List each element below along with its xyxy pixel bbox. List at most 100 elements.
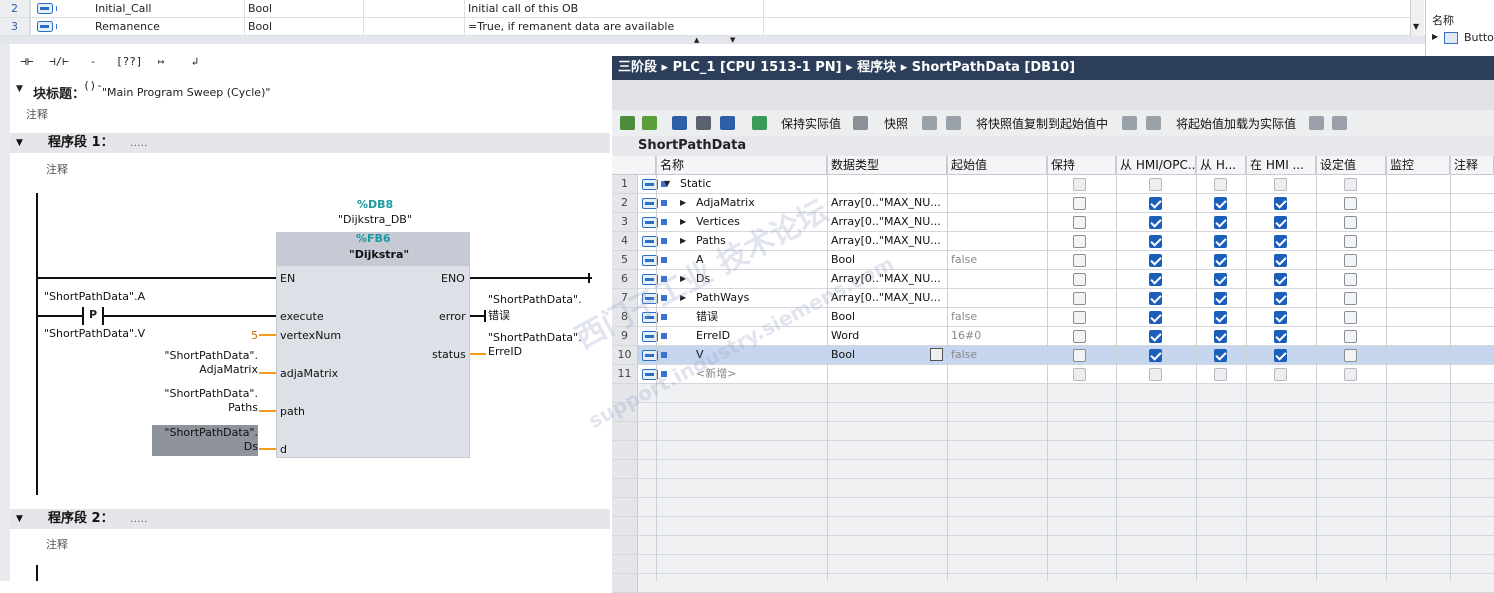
expand-icon[interactable]: ▶ — [680, 232, 686, 250]
col-retain[interactable]: 保持 — [1047, 156, 1116, 175]
col-hmi-write[interactable]: 从 H... — [1196, 156, 1246, 175]
checkbox-hmi1[interactable] — [1149, 349, 1162, 362]
col-monitor[interactable]: 监控 — [1386, 156, 1450, 175]
checkbox-setp[interactable] — [1344, 330, 1357, 343]
member-start-value[interactable]: false — [951, 346, 1041, 364]
col-datatype[interactable]: 数据类型 — [827, 156, 947, 175]
col-setpoint[interactable]: 设定值 — [1316, 156, 1386, 175]
checkbox-hmi2[interactable] — [1214, 349, 1227, 362]
no-contact-icon[interactable]: ⊣⊢ — [14, 50, 40, 74]
chevron-up-icon[interactable]: ▲ — [694, 36, 699, 44]
member-type[interactable] — [831, 365, 941, 383]
splitter[interactable]: ▲ ▼ — [0, 36, 1425, 44]
member-type[interactable]: Word — [831, 327, 941, 345]
collapse-icon[interactable]: ▼ — [16, 509, 23, 529]
load-icon-2[interactable] — [1146, 116, 1161, 130]
checkbox-hmi1[interactable] — [1149, 311, 1162, 324]
network-2-header[interactable]: ▼ 程序段 2： ..... — [10, 509, 610, 529]
checkbox-retain[interactable] — [1073, 349, 1086, 362]
upload-icon[interactable] — [1332, 116, 1347, 130]
member-start-value[interactable] — [951, 175, 1041, 193]
adjamatrix-operand[interactable]: "ShortPathData". — [155, 349, 258, 362]
checkbox-hmi1[interactable] — [1149, 273, 1162, 286]
datatype-picker-icon[interactable] — [930, 348, 943, 361]
member-start-value[interactable]: 16#0 — [951, 327, 1041, 345]
checkbox-hmi3[interactable] — [1274, 254, 1287, 267]
network-comment[interactable]: 注释 — [46, 536, 68, 552]
close-branch-icon[interactable]: ↲ — [182, 50, 208, 74]
checkbox-setp[interactable] — [1344, 349, 1357, 362]
checkbox-retain[interactable] — [1073, 235, 1086, 248]
checkbox-retain[interactable] — [1073, 254, 1086, 267]
checkbox-hmi3[interactable] — [1274, 349, 1287, 362]
contact-operand[interactable]: "ShortPathData".A — [44, 290, 145, 303]
table-row[interactable]: 3 Remanence Bool =True, if remanent data… — [0, 18, 1410, 36]
checkbox-retain[interactable] — [1073, 368, 1086, 381]
checkbox-hmi1[interactable] — [1149, 292, 1162, 305]
checkbox-hmi3[interactable] — [1274, 197, 1287, 210]
vertexnum-value[interactable]: 5 — [251, 329, 258, 342]
member-start-value[interactable] — [951, 365, 1041, 383]
list-icon[interactable] — [720, 116, 735, 130]
expand-icon[interactable]: ▶ — [680, 194, 686, 212]
database-icon[interactable] — [853, 116, 868, 130]
db-row[interactable]: 1 ▼ Static — [612, 175, 1494, 194]
chevron-down-icon[interactable]: ▼ — [730, 36, 735, 44]
copy-icon-2[interactable] — [946, 116, 961, 130]
collapse-icon[interactable]: ▼ — [16, 84, 23, 94]
checkbox-hmi1[interactable] — [1149, 178, 1162, 191]
checkbox-hmi2[interactable] — [1214, 254, 1227, 267]
member-type[interactable] — [831, 175, 941, 193]
checkbox-retain[interactable] — [1073, 292, 1086, 305]
checkbox-hmi2[interactable] — [1214, 292, 1227, 305]
checkbox-retain[interactable] — [1073, 197, 1086, 210]
block-title-value[interactable]: "Main Program Sweep (Cycle)" — [102, 86, 270, 99]
checkbox-hmi3[interactable] — [1274, 178, 1287, 191]
table-row[interactable]: 2 Initial_Call Bool Initial call of this… — [0, 0, 1410, 18]
insert-row-icon[interactable] — [620, 116, 635, 130]
library-item[interactable]: Butto — [1464, 31, 1494, 44]
p-contact[interactable]: P — [82, 307, 104, 325]
vertical-scrollbar[interactable]: ▼ — [1410, 0, 1424, 36]
checkbox-hmi2[interactable] — [1214, 368, 1227, 381]
checkbox-retain[interactable] — [1073, 330, 1086, 343]
db-row[interactable]: 2 ▶ AdjaMatrix Array[0.."MAX_NU... — [612, 194, 1494, 213]
col-comment[interactable]: 注释 — [1450, 156, 1494, 175]
load-icon[interactable] — [1122, 116, 1137, 130]
db-row[interactable]: 11 <新增> — [612, 365, 1494, 384]
expand-all-icon[interactable] — [672, 116, 687, 130]
error-operand[interactable]: "ShortPathData". — [488, 293, 582, 306]
network-1-header[interactable]: ▼ 程序段 1： ..... — [10, 133, 610, 153]
chevron-down-icon[interactable]: ▼ — [1413, 22, 1419, 31]
member-name[interactable]: Static — [680, 175, 820, 193]
member-type[interactable]: Array[0.."MAX_NU... — [831, 194, 941, 212]
member-start-value[interactable] — [951, 289, 1041, 307]
coil-icon[interactable]: -()- — [80, 50, 106, 92]
checkbox-hmi1[interactable] — [1149, 197, 1162, 210]
member-start-value[interactable]: false — [951, 251, 1041, 269]
member-type[interactable]: Array[0.."MAX_NU... — [831, 213, 941, 231]
add-row-icon[interactable] — [642, 116, 657, 130]
checkbox-setp[interactable] — [1344, 235, 1357, 248]
checkbox-hmi3[interactable] — [1274, 292, 1287, 305]
checkbox-retain[interactable] — [1073, 178, 1086, 191]
checkbox-hmi1[interactable] — [1149, 254, 1162, 267]
keep-actual-button[interactable]: 保持实际值 — [781, 115, 841, 132]
network-comment[interactable]: 注释 — [46, 161, 68, 177]
copy-snapshot-button[interactable]: 将快照值复制到起始值中 — [976, 115, 1108, 132]
checkbox-hmi3[interactable] — [1274, 235, 1287, 248]
checkbox-hmi1[interactable] — [1149, 216, 1162, 229]
load-start-button[interactable]: 将起始值加载为实际值 — [1176, 115, 1296, 132]
checkbox-setp[interactable] — [1344, 368, 1357, 381]
checkbox-setp[interactable] — [1344, 254, 1357, 267]
checkbox-hmi2[interactable] — [1214, 216, 1227, 229]
collapse-icon[interactable]: ▼ — [16, 133, 23, 153]
member-start-value[interactable]: false — [951, 308, 1041, 326]
checkbox-hmi3[interactable] — [1274, 311, 1287, 324]
checkbox-setp[interactable] — [1344, 273, 1357, 286]
checkbox-hmi2[interactable] — [1214, 311, 1227, 324]
instance-db-name[interactable]: "Dijkstra_DB" — [338, 213, 412, 226]
checkbox-hmi1[interactable] — [1149, 368, 1162, 381]
checkbox-retain[interactable] — [1073, 216, 1086, 229]
member-start-value[interactable] — [951, 213, 1041, 231]
